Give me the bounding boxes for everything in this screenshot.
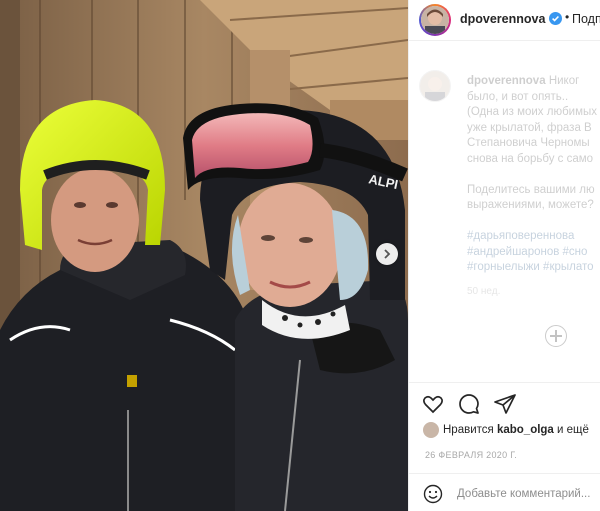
likes-line: Нравится kabo_olga и ещё <box>423 422 589 438</box>
divider <box>409 382 600 383</box>
separator-dot: • <box>565 10 570 24</box>
emoji-icon[interactable] <box>423 484 443 504</box>
photo-scene: ALPI <box>0 0 408 511</box>
avatar <box>421 6 449 34</box>
post-header: dpoverennova • Подп <box>409 0 600 41</box>
liker-username[interactable]: kabo_olga <box>497 424 554 436</box>
liker-avatar[interactable] <box>423 422 439 438</box>
next-photo-button[interactable] <box>376 243 398 265</box>
caption-avatar[interactable] <box>419 70 451 102</box>
caption-line: dpoverennova Никог <box>467 75 580 87</box>
post-side-panel: dpoverennova • Подп dpoverennova Никог б… <box>408 0 600 511</box>
caption-line: (Одна из моих любимых <box>467 106 598 118</box>
hashtag-link[interactable]: #андрейшаронов #сно <box>467 245 600 261</box>
follow-button[interactable]: Подп <box>572 12 600 26</box>
hashtag-link[interactable]: #дарьяповереннова <box>467 229 600 245</box>
post-age: 50 нед. <box>467 285 501 297</box>
comment-icon[interactable] <box>457 392 481 416</box>
share-icon[interactable] <box>493 392 517 416</box>
caption-line: выражениями, можете? <box>467 199 594 211</box>
caption-area: dpoverennova Никог было, и вот опять.. (… <box>409 60 600 375</box>
username-link[interactable]: dpoverennova <box>460 12 545 26</box>
comment-form <box>409 473 600 511</box>
story-ring[interactable] <box>419 4 451 36</box>
caption-line: было, и вот опять.. <box>467 90 569 103</box>
caption-line: Поделитесь вашими лю <box>467 183 595 196</box>
post-date: 26 ФЕВРАЛЯ 2020 Г. <box>425 450 518 460</box>
verified-badge-icon <box>549 12 562 25</box>
plus-circle-icon[interactable] <box>545 325 567 347</box>
likes-others-link[interactable]: и ещё <box>557 424 589 436</box>
post-photo[interactable]: ALPI <box>0 0 408 511</box>
caption-line: уже крылатой, фраза В <box>467 121 592 134</box>
hashtag-link[interactable]: #горныелыжи #крылато <box>467 260 600 276</box>
action-bar <box>409 390 600 418</box>
caption-line: снова на борьбу с само <box>467 152 594 165</box>
chevron-right-icon <box>384 249 391 259</box>
heart-icon[interactable] <box>421 392 445 416</box>
caption-text: dpoverennova Никог было, и вот опять.. (… <box>467 74 600 299</box>
caption-username[interactable]: dpoverennova <box>467 75 546 87</box>
caption-line: Степановича Черномы <box>467 137 590 149</box>
comment-input[interactable] <box>457 484 600 504</box>
